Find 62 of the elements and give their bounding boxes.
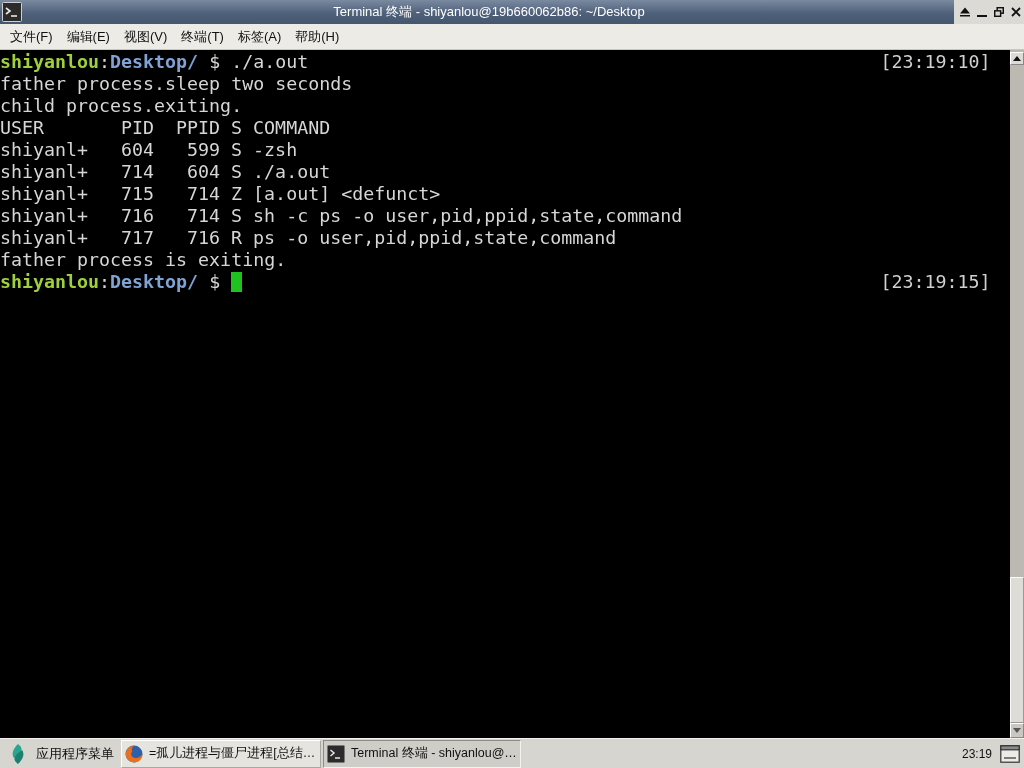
menu-item[interactable]: 终端(T)	[174, 25, 231, 48]
menu-item[interactable]: 视图(V)	[116, 25, 175, 48]
prompt-time: [23:19:10]	[880, 51, 991, 73]
table-cell: 716	[121, 205, 155, 227]
output-line: father process.sleep two seconds	[0, 73, 353, 95]
output-line: child process.exiting.	[0, 95, 243, 117]
table-cell-text: shiyanl+	[0, 139, 90, 161]
table-cell: 716	[187, 227, 221, 249]
table-cell-text: ps -o user,pid,ppid,state,command	[253, 227, 618, 249]
prompt-time: [23:19:15]	[880, 271, 991, 293]
table-cell: 714	[121, 161, 155, 183]
window-title: Terminal 终端 - shiyanlou@19b660062b86: ~/Desktop	[332, 3, 646, 21]
minimize-icon	[976, 15, 987, 17]
scrollbar-thumb[interactable]	[1010, 577, 1024, 723]
column-header: USER	[0, 117, 46, 139]
output-line: father process is exiting.	[0, 249, 287, 271]
table-cell: S	[231, 161, 243, 183]
table-cell-text: shiyanl+	[0, 161, 90, 183]
table-cell-text: -zsh	[253, 139, 299, 161]
table-cell-text: shiyanl+	[0, 205, 90, 227]
scroll-up-button[interactable]	[1010, 52, 1024, 65]
column-header: COMMAND	[253, 117, 332, 139]
menu-item[interactable]: 帮助(H)	[288, 25, 347, 48]
table-cell-text: ./a.out	[253, 161, 332, 183]
table-cell: 715	[121, 183, 155, 205]
table-cell: 714	[187, 183, 221, 205]
terminal-icon[interactable]	[2, 2, 22, 22]
window-icon[interactable]	[1000, 744, 1020, 763]
prompt-text: shiyanlou:Desktop/ $ ./a.out	[0, 51, 309, 73]
table-cell: 717	[121, 227, 155, 249]
column-header: PID	[121, 117, 155, 139]
leaf-icon	[10, 743, 26, 764]
globe-icon	[125, 744, 143, 763]
table-cell-text: shiyanl+	[0, 227, 90, 249]
table-cell: S	[231, 205, 243, 227]
down-arrow-icon	[1013, 728, 1021, 733]
scroll-down-button[interactable]	[1010, 723, 1024, 738]
menu-item[interactable]: 标签(A)	[230, 25, 289, 48]
table-cell: R	[231, 227, 243, 249]
column-header: PPID	[176, 117, 221, 139]
menu-item[interactable]: 文件(F)	[3, 25, 60, 48]
app-menu-button[interactable]: 应用程序菜单	[4, 739, 119, 768]
close-icon	[1010, 7, 1021, 17]
menu-item[interactable]: 编辑(E)	[59, 25, 117, 48]
shade-icon	[959, 7, 970, 17]
taskbar-clock: 23:19	[961, 746, 992, 761]
table-cell-text: [a.out] <defunct>	[253, 183, 442, 205]
column-header: S	[231, 117, 243, 139]
prompt-text: shiyanlou:Desktop/ $	[0, 271, 221, 293]
table-cell: 604	[187, 161, 221, 183]
table-cell: Z	[231, 183, 243, 205]
restore-icon	[993, 7, 1004, 17]
taskbar-button[interactable]: =孤儿进程与僵尸进程[总结…	[121, 739, 321, 768]
terminal-icon	[327, 744, 345, 763]
table-cell-text: shiyanl+	[0, 183, 90, 205]
table-cell: 604	[121, 139, 155, 161]
taskbar-button[interactable]: Terminal 终端 - shiyanlou@…	[323, 739, 521, 768]
up-arrow-icon	[1013, 56, 1021, 61]
table-cell: sh -c ps -o user,pid,ppid,state,command	[253, 205, 683, 227]
table-cell: 599	[187, 139, 221, 161]
table-cell: S	[231, 139, 243, 161]
table-cell: 714	[187, 205, 221, 227]
